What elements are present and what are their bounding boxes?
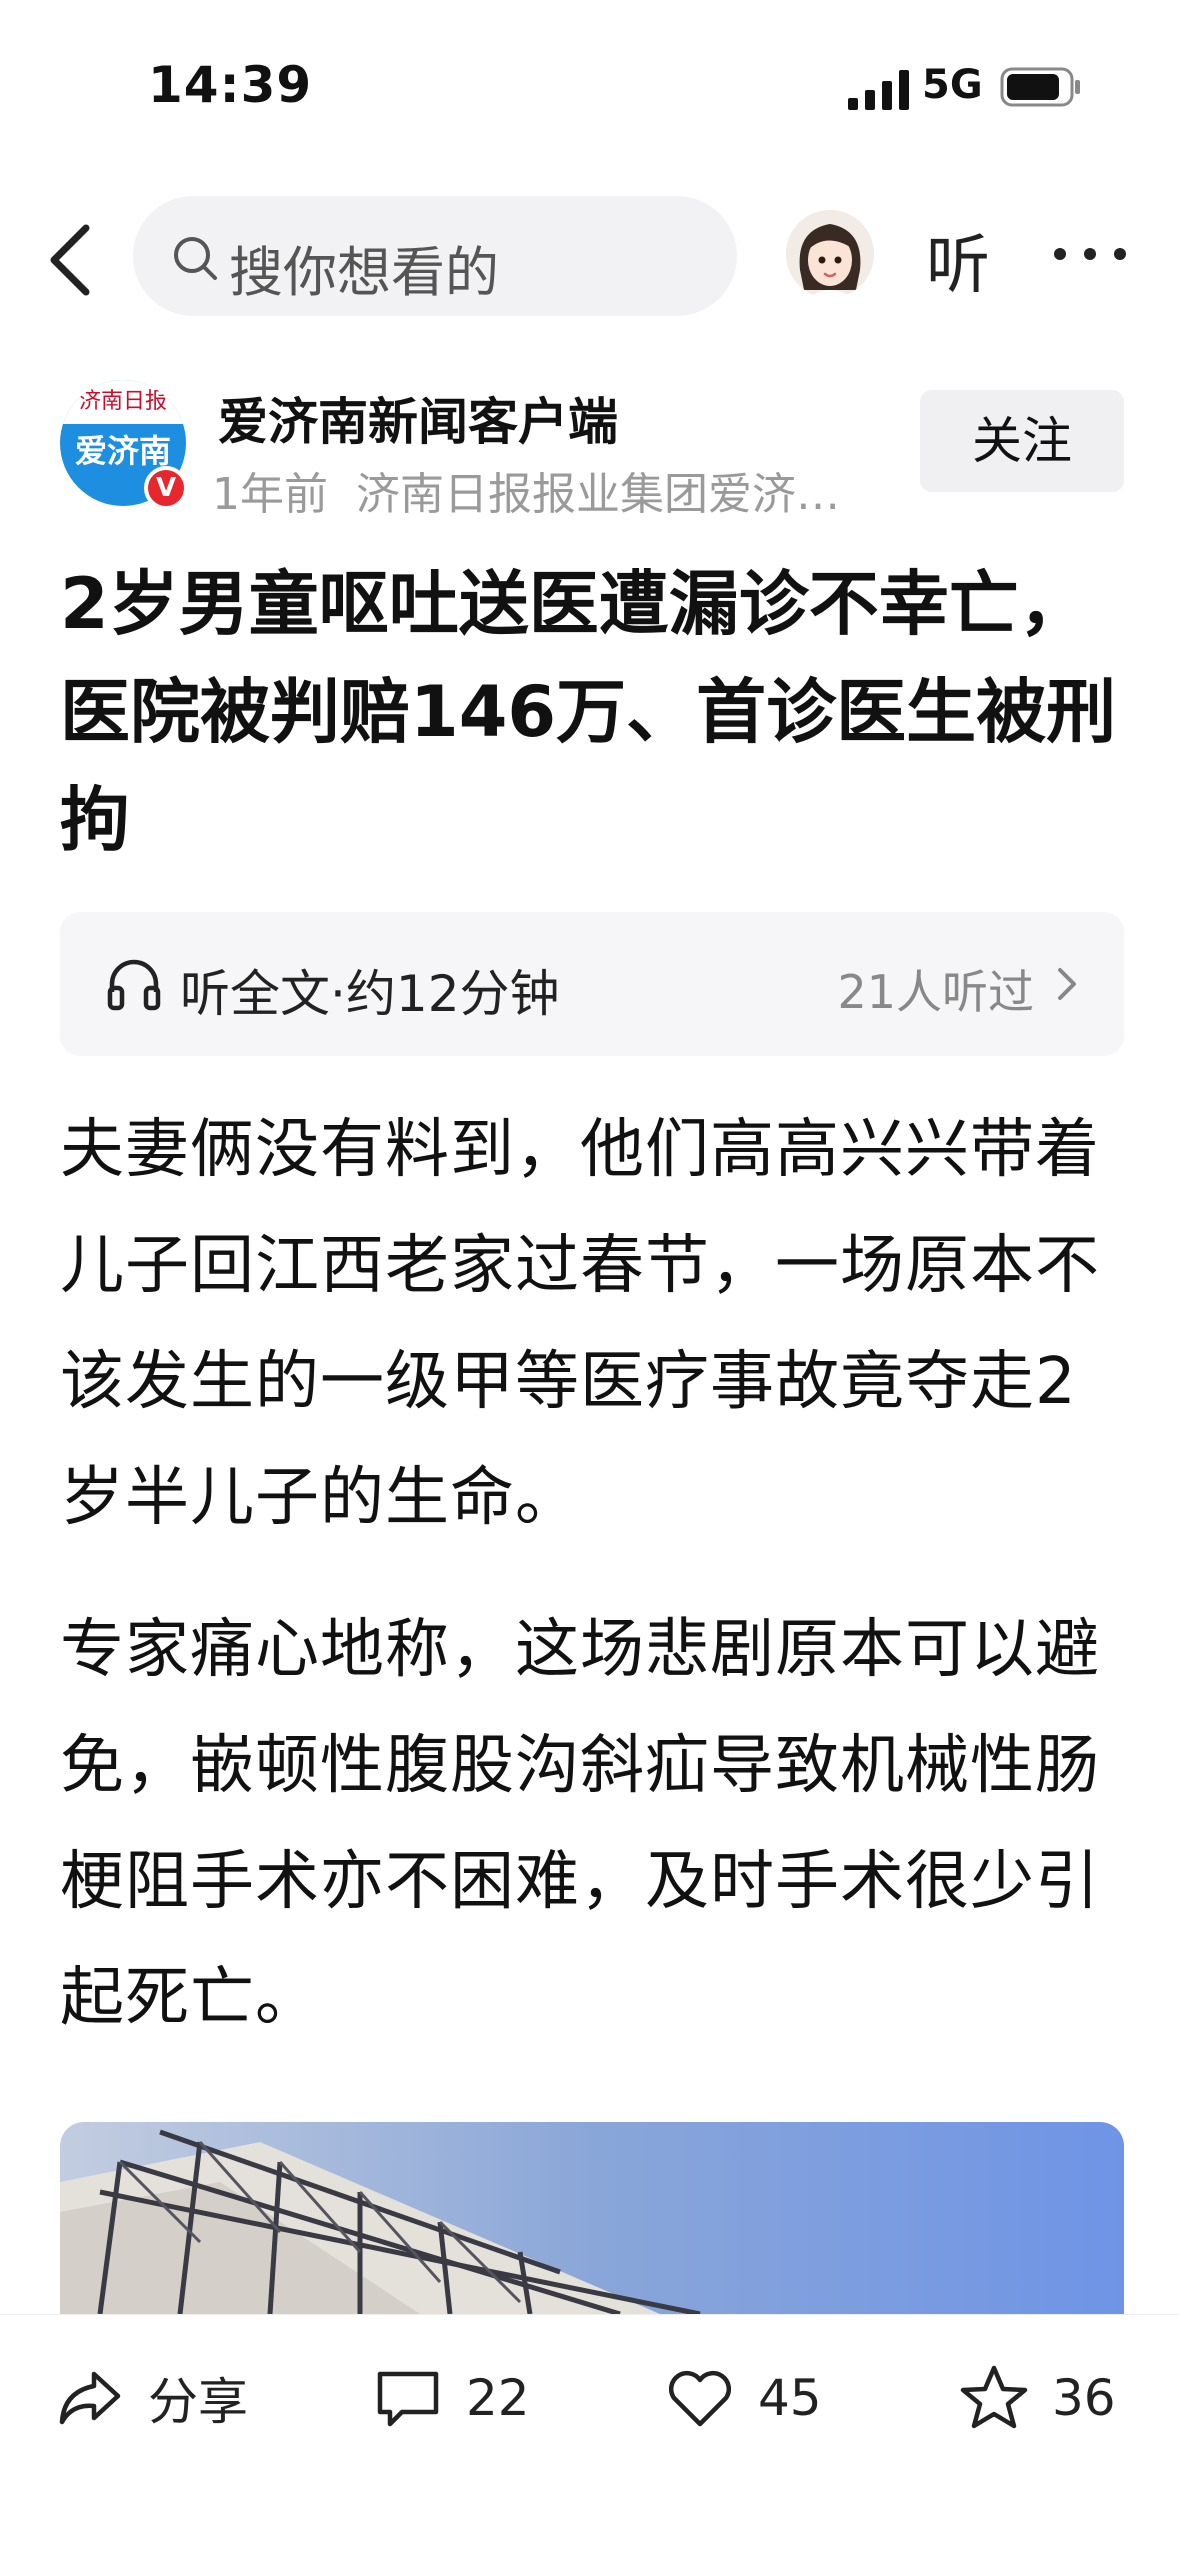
search-icon — [174, 237, 217, 280]
search-input[interactable]: 搜你想看的 — [133, 196, 737, 316]
author-name[interactable]: 爱济南新闻客户端 — [218, 382, 618, 454]
top-nav: 搜你想看的 听 — [0, 190, 1179, 320]
logo-top-text: 济南日报 — [60, 380, 186, 424]
headphone-icon — [107, 959, 161, 1011]
more-icon[interactable] — [1050, 224, 1130, 284]
favorite-button[interactable]: 36 — [958, 2353, 1116, 2443]
comment-icon — [377, 2371, 439, 2427]
like-button[interactable]: 45 — [664, 2353, 822, 2443]
chevron-right-icon — [1058, 968, 1076, 1000]
article-title: 2岁男童呕吐送医遭漏诊不幸亡，医院被判赔146万、首诊医生被刑拘 — [60, 563, 1117, 861]
author-source: 济南日报报业集团爱济… — [356, 469, 840, 520]
search-placeholder: 搜你想看的 — [229, 241, 499, 304]
author-meta: 1年前 济南日报报业集团爱济… — [212, 458, 892, 522]
star-icon — [960, 2365, 1028, 2429]
back-icon[interactable] — [40, 220, 110, 300]
share-button[interactable]: 分享 — [54, 2353, 248, 2443]
status-time: 14:39 — [148, 56, 313, 114]
article-paragraph: 专家痛心地称，这场悲剧原本可以避免，嵌顿性腹股沟斜疝导致机械性肠梗阻手术亦不困难… — [60, 1613, 1100, 2035]
like-count: 45 — [758, 2369, 822, 2427]
network-type: 5G — [922, 62, 983, 108]
comment-count: 22 — [466, 2369, 530, 2427]
battery-icon — [1000, 67, 1080, 107]
favorite-count: 36 — [1052, 2369, 1116, 2427]
listen-button[interactable]: 听 — [926, 214, 990, 306]
building-scaffold-image — [60, 2129, 701, 2314]
share-icon — [59, 2371, 121, 2425]
follow-button[interactable]: 关注 — [920, 390, 1124, 492]
bottom-action-bar: 分享 22 45 36 — [0, 2314, 1179, 2556]
article-image[interactable] — [60, 2122, 1124, 2314]
listen-count: 21人听过 — [837, 965, 1034, 1019]
avatar[interactable] — [786, 210, 874, 298]
listen-full-bar[interactable]: 听全文·约12分钟 21人听过 — [60, 912, 1124, 1056]
article-paragraph: 夫妻俩没有料到，他们高高兴兴带着儿子回江西老家过春节，一场原本不该发生的一级甲等… — [60, 1113, 1100, 1535]
publish-time: 1年前 — [212, 469, 328, 520]
avatar-illustration-icon — [786, 210, 874, 298]
signal-icon — [848, 70, 909, 110]
share-label: 分享 — [148, 2373, 248, 2431]
heart-icon — [668, 2370, 732, 2427]
listen-full-label: 听全文·约12分钟 — [180, 965, 560, 1023]
comment-button[interactable]: 22 — [372, 2353, 530, 2443]
author-row: 济南日报 爱济南 V 爱济南新闻客户端 1年前 济南日报报业集团爱济… 关注 — [0, 372, 1179, 520]
verified-badge-icon: V — [144, 466, 188, 510]
status-bar: 14:39 5G — [0, 0, 1179, 170]
